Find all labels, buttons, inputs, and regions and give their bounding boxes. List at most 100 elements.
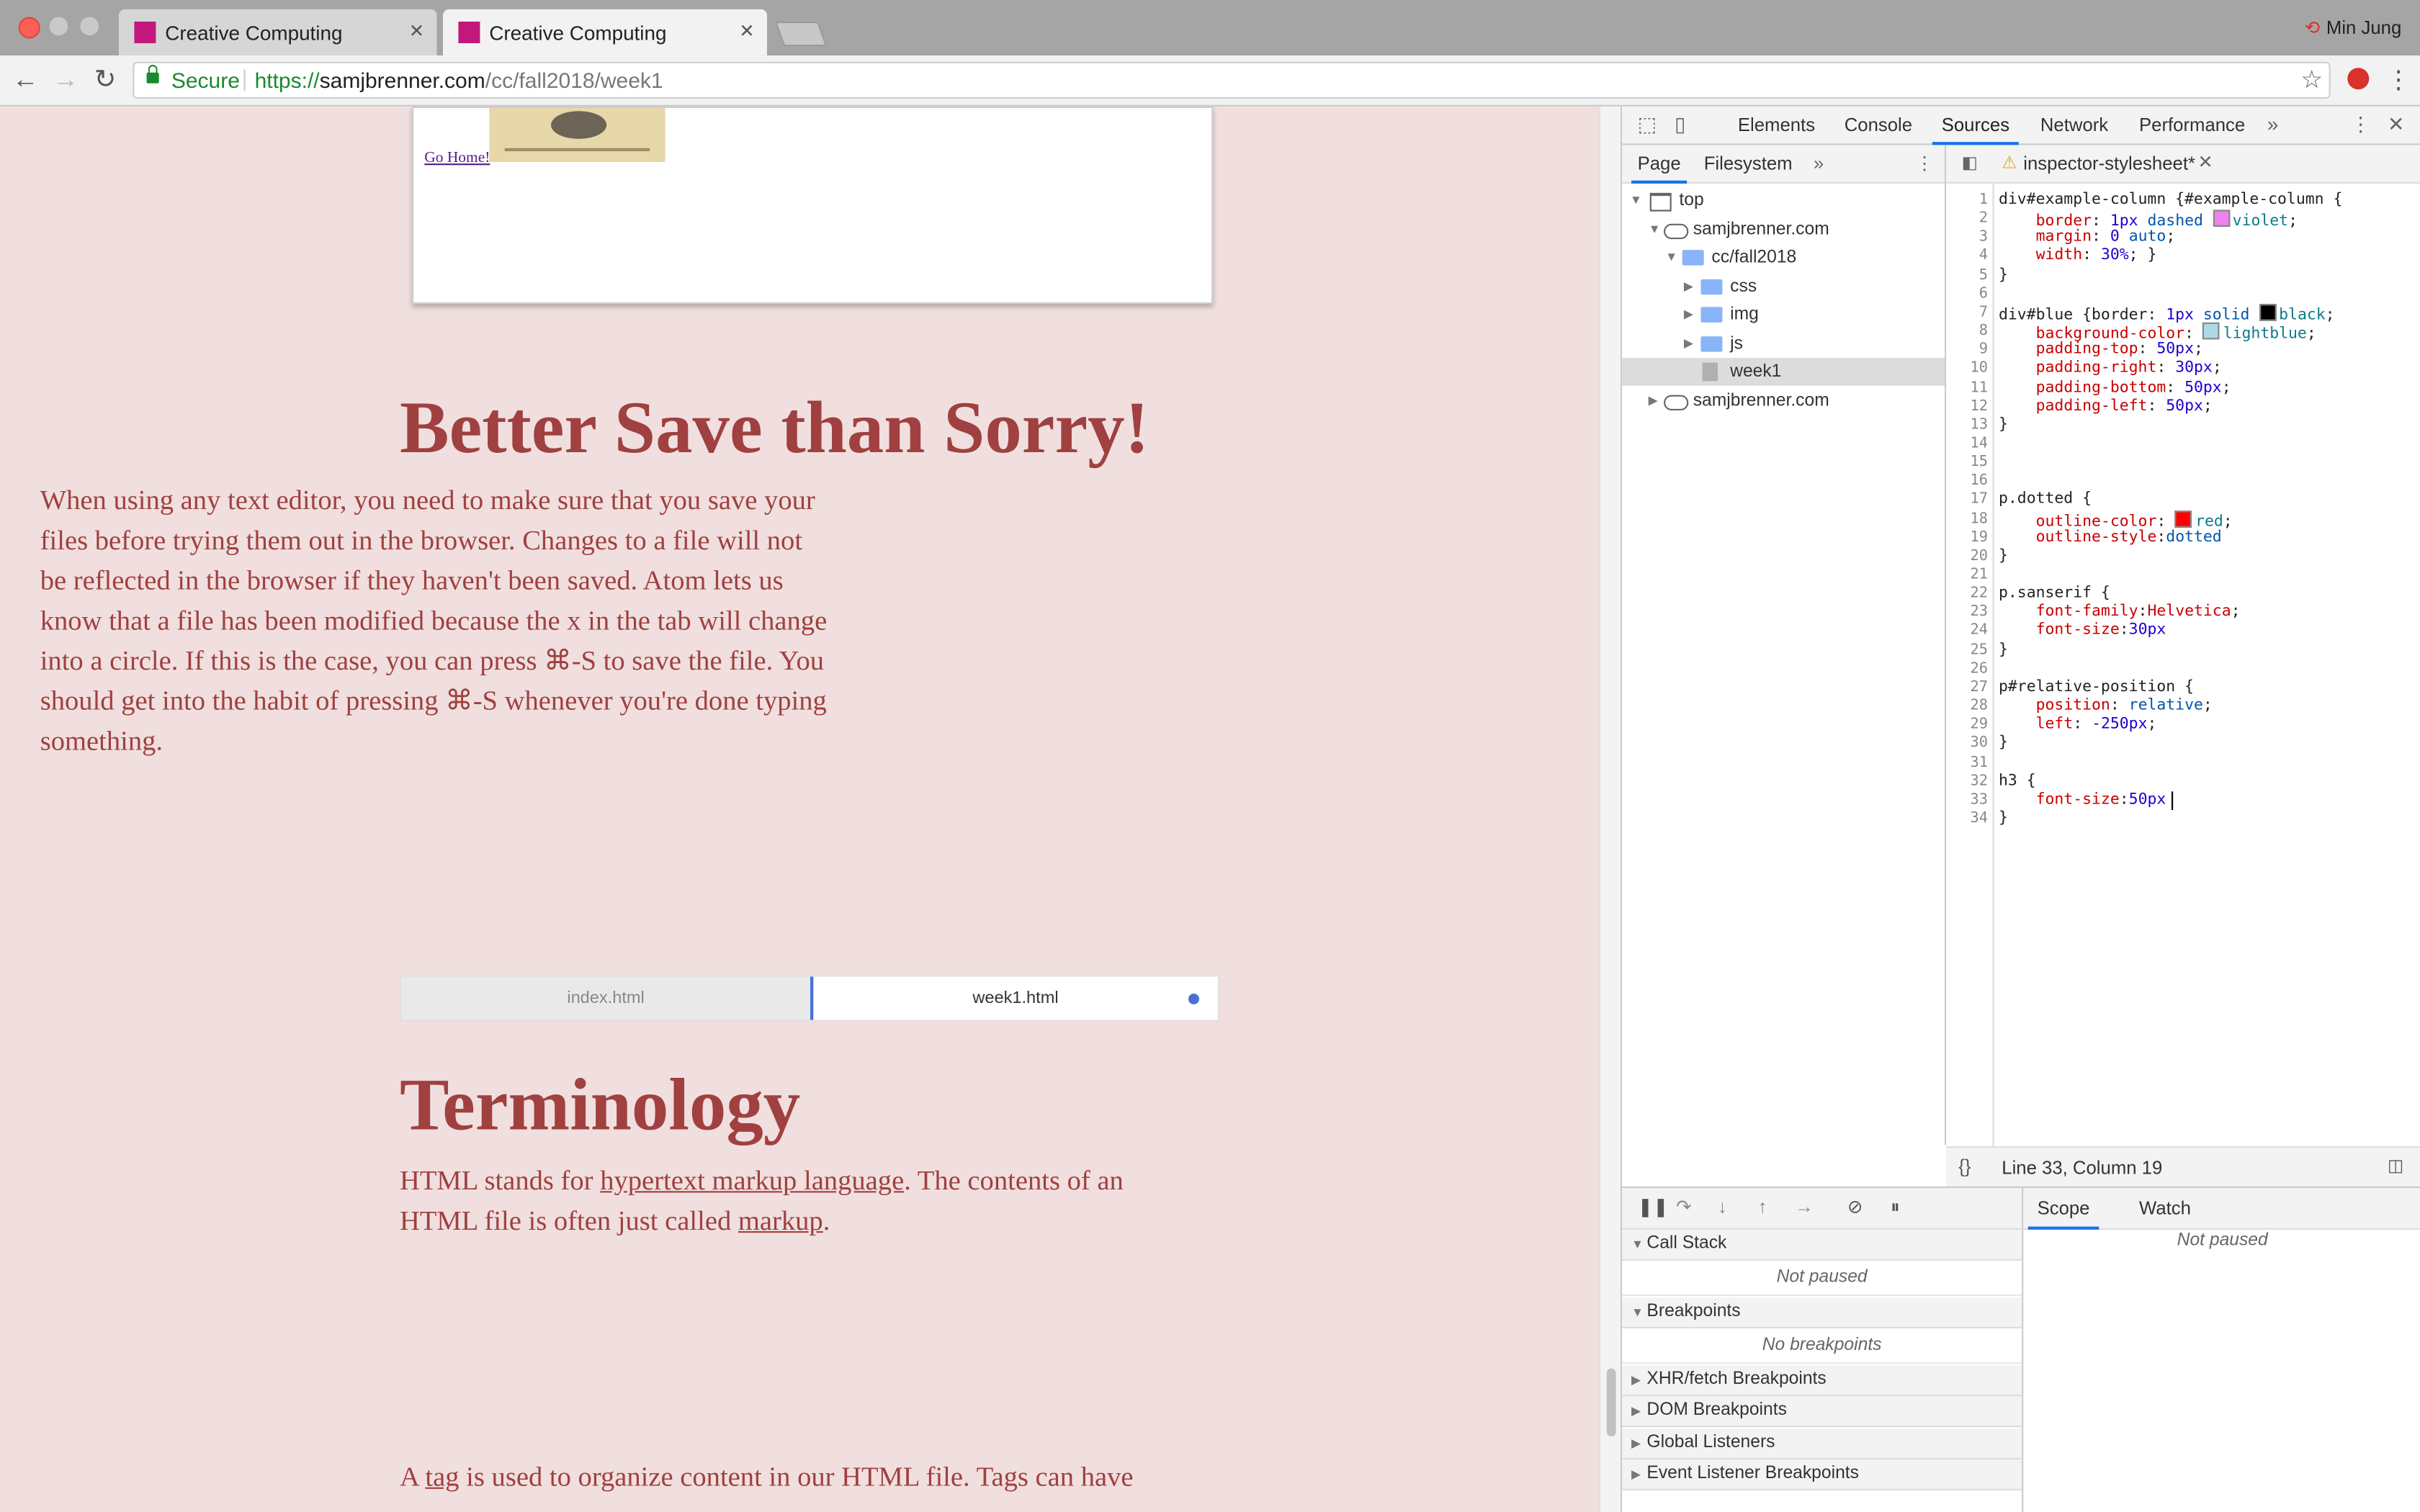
section-heading-terminology: Terminology [400, 1064, 801, 1147]
tree-item-domain[interactable]: ▼ samjbrenner.com [1622, 216, 1945, 244]
favicon-icon [134, 22, 156, 43]
new-tab-button[interactable] [774, 22, 828, 47]
tab-performance[interactable]: Performance [2139, 114, 2245, 136]
forward-icon[interactable]: → [53, 65, 79, 96]
tree-item-domain-2[interactable]: ▶ samjbrenner.com [1622, 387, 1945, 415]
scrollbar-thumb[interactable] [1606, 1368, 1616, 1436]
tab-strip: Creative Computing ✕ Creative Computing … [0, 0, 2420, 56]
tab-page[interactable]: Page [1631, 153, 1688, 184]
paragraph-line: should get into the habit of pressing ⌘-… [40, 685, 827, 716]
close-devtools-icon[interactable]: ✕ [2388, 112, 2404, 137]
tab-elements[interactable]: Elements [1738, 114, 1815, 136]
step-into-icon[interactable]: ↓ [1718, 1196, 1727, 1218]
code-line: } [1999, 416, 2008, 433]
step-out-icon[interactable]: ↑ [1758, 1196, 1767, 1218]
tab-close-icon[interactable]: ✕ [739, 20, 755, 42]
engraving-image [489, 108, 666, 162]
line-number: 17 [1970, 491, 1988, 508]
more-tabs-icon[interactable]: » [2267, 112, 2279, 135]
section-heading-save: Better Save than Sorry! [400, 387, 1150, 469]
tab-watch[interactable]: Watch [2139, 1197, 2191, 1219]
pretty-print-icon[interactable]: {} [1958, 1156, 1971, 1177]
line-number: 7 [1978, 303, 1988, 321]
profile-button[interactable]: ⟲ Min Jung [2305, 17, 2401, 39]
tree-item-js[interactable]: ▶ js [1622, 330, 1945, 359]
reload-icon[interactable]: ↻ [94, 65, 117, 96]
editor-tab-title[interactable]: inspector-stylesheet* [2023, 153, 2195, 174]
tree-item-week1[interactable]: week1 [1622, 358, 1945, 386]
toggle-navigator-icon[interactable]: ◧ [1962, 153, 1978, 173]
section-label: DOM Breakpoints [1646, 1400, 1787, 1420]
pause-icon[interactable]: ❚❚ [1638, 1196, 1669, 1218]
tab-filesystem[interactable]: Filesystem [1704, 153, 1793, 174]
hypertext-markup-language-link[interactable]: hypertext markup language [600, 1165, 904, 1196]
code-line: background-color: lightblue; [1999, 322, 2316, 343]
not-paused-text: Not paused [1622, 1261, 2022, 1296]
section-dom-breakpoints[interactable]: ▶ DOM Breakpoints [1622, 1396, 2022, 1428]
deactivate-breakpoints-icon[interactable]: ⊘ [1847, 1196, 1863, 1218]
browser-tab-2[interactable]: Creative Computing ✕ [443, 9, 767, 56]
devtools-menu-icon[interactable]: ⋮ [2351, 112, 2371, 137]
tree-label: cc/fall2018 [1711, 248, 1797, 267]
step-over-icon[interactable]: ↷ [1676, 1196, 1692, 1218]
scope-tabbar: Scope Watch [2023, 1188, 2420, 1230]
zoom-window-button[interactable] [80, 17, 99, 36]
line-number: 1 [1978, 191, 1988, 209]
minimize-window-button[interactable] [49, 17, 68, 36]
extension-icon[interactable] [2347, 68, 2370, 90]
pause-on-exceptions-icon[interactable]: ⏸ [1891, 1196, 1900, 1219]
code-line: border: 1px dashed violet; [1999, 210, 2298, 230]
expand-arrow-icon: ▼ [1629, 192, 1642, 207]
tree-item-top[interactable]: ▼ top [1622, 186, 1945, 215]
url-path: /cc/fall2018/week1 [485, 68, 663, 93]
tag-link[interactable]: tag [425, 1461, 459, 1492]
page-scrollbar[interactable] [1599, 106, 1623, 1512]
editor-tab-close-icon[interactable]: ✕ [2197, 151, 2213, 173]
section-xhr-breakpoints[interactable]: ▶ XHR/fetch Breakpoints [1622, 1365, 2022, 1397]
cursor-position: Line 33, Column 19 [2002, 1157, 2163, 1179]
tab-console[interactable]: Console [1845, 114, 1912, 136]
line-number: 33 [1970, 791, 1988, 809]
inspect-element-icon[interactable]: ⬚ [1638, 112, 1657, 137]
more-navigator-icon[interactable]: » [1814, 153, 1824, 174]
go-home-link[interactable]: Go Home! [424, 150, 490, 167]
section-breakpoints[interactable]: ▼ Breakpoints [1622, 1297, 2022, 1328]
section-label: Call Stack [1646, 1234, 1727, 1253]
bookmark-star-icon[interactable]: ☆ [2300, 65, 2323, 96]
paragraph-line: something. [40, 725, 163, 756]
code-line: } [1999, 641, 2008, 659]
url-text[interactable]: https://samjbrenner.com/cc/fall2018/week… [255, 68, 663, 92]
line-number: 9 [1978, 341, 1988, 359]
line-number: 2 [1978, 210, 1988, 228]
section-call-stack[interactable]: ▼ Call Stack [1622, 1229, 2022, 1261]
tree-item-folder[interactable]: ▼ cc/fall2018 [1622, 244, 1945, 272]
section-event-listener-breakpoints[interactable]: ▶ Event Listener Breakpoints [1622, 1459, 2022, 1490]
sources-navigator: Page Filesystem » ⋮ ▼ top ▼ samjbrenner.… [1622, 145, 1947, 1145]
section-label: Global Listeners [1646, 1433, 1775, 1452]
tree-item-css[interactable]: ▶ css [1622, 273, 1945, 301]
markup-link[interactable]: markup [738, 1205, 823, 1236]
browser-menu-icon[interactable]: ⋮ [2386, 65, 2411, 96]
source-editor: ◧ ⚠ inspector-stylesheet* ✕ 1 2 3 4 5 6 7 8 9 10 1… [1946, 145, 2420, 1188]
tab-network[interactable]: Network [2040, 114, 2108, 136]
tab-close-icon[interactable]: ✕ [409, 20, 425, 42]
tab-title: Creative Computing [165, 22, 343, 45]
navigator-menu-icon[interactable]: ⋮ [1915, 153, 1934, 174]
collapse-arrow-icon: ▶ [1683, 307, 1694, 321]
tab-scope[interactable]: Scope [2027, 1197, 2099, 1230]
tree-item-img[interactable]: ▶ img [1622, 301, 1945, 329]
close-window-button[interactable] [18, 17, 40, 39]
device-toolbar-icon[interactable]: ▯ [1675, 112, 1685, 137]
modified-dot-icon [1188, 994, 1199, 1004]
section-global-listeners[interactable]: ▶ Global Listeners [1622, 1428, 2022, 1460]
devtools-panel: ⬚ ▯ Elements Console Sources Network Per… [1621, 106, 2420, 1512]
debugger-pane: ❚❚ ↷ ↓ ↑ → ⊘ ⏸ ▼ Call Stack Not paused ▼ B… [1622, 1186, 2420, 1512]
browser-tab-1[interactable]: Creative Computing ✕ [119, 9, 437, 56]
collapse-arrow-icon: ▶ [1631, 1403, 1641, 1418]
tab-sources[interactable]: Sources [1932, 114, 2020, 145]
back-icon[interactable]: ← [12, 65, 38, 96]
step-icon[interactable]: → [1795, 1196, 1814, 1218]
address-bar[interactable]: Secure https://samjbrenner.com/cc/fall20… [133, 61, 2331, 99]
cloud-icon [1664, 395, 1689, 410]
toggle-debugger-icon[interactable]: ◫ [2388, 1156, 2403, 1176]
